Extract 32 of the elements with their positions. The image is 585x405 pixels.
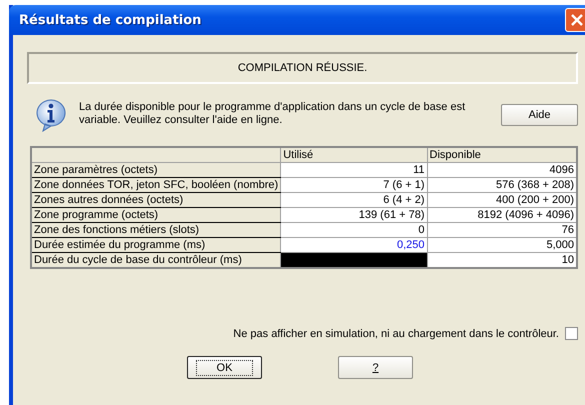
table-cell: 11 [280, 162, 428, 178]
row-label: Durée du cycle de base du contrôleur (ms) [31, 252, 281, 268]
table-cell: 10 [427, 252, 577, 268]
column-header: Utilisé [280, 147, 428, 162]
table-cell: 139 (61 + 78) [280, 208, 428, 222]
option-label: Ne pas afficher en simulation, ni au chargement dans le contrôleur. [233, 328, 559, 340]
table-cell: 8192 (4096 + 4096) [427, 208, 577, 222]
row-label: Zones autres données (octets) [31, 192, 281, 208]
help-button[interactable]: Aide [501, 104, 578, 126]
row-label: Zone programme (octets) [31, 208, 281, 222]
table-cell: 6 (4 + 2) [280, 192, 428, 208]
column-header: Disponible [427, 147, 577, 162]
row-label: Durée estimée du programme (ms) [31, 238, 281, 252]
table-cell: 7 (6 + 1) [280, 178, 428, 192]
info-icon [35, 98, 67, 132]
row-label: Zone données TOR, jeton SFC, booléen (nombre) [31, 178, 281, 192]
window-title: Résultats de compilation [19, 12, 202, 28]
table-cell: 400 (200 + 200) [427, 192, 577, 208]
close-button[interactable] [565, 8, 585, 32]
help-question-button[interactable]: ? [338, 356, 413, 379]
status-message: COMPILATION RÉUSSIE. [238, 62, 368, 74]
row-label: Zone paramètres (octets) [31, 162, 281, 178]
ok-button[interactable]: OK [187, 356, 262, 379]
table-cell: 4096 [427, 162, 577, 178]
table-cell: 76 [427, 222, 577, 238]
table-cell: 5,000 [427, 238, 577, 252]
checkbox[interactable] [565, 327, 578, 340]
table-cell: 0,250 [280, 238, 428, 252]
table-cell: 576 (368 + 208) [427, 178, 577, 192]
info-message: La durée disponible pour le programme d'application dans un cycle de base est variable. Veuillez consulter l'aide en ligne. [79, 101, 466, 127]
table-cell: 0 [280, 222, 428, 238]
row-label: Zone des fonctions métiers (slots) [31, 222, 281, 238]
